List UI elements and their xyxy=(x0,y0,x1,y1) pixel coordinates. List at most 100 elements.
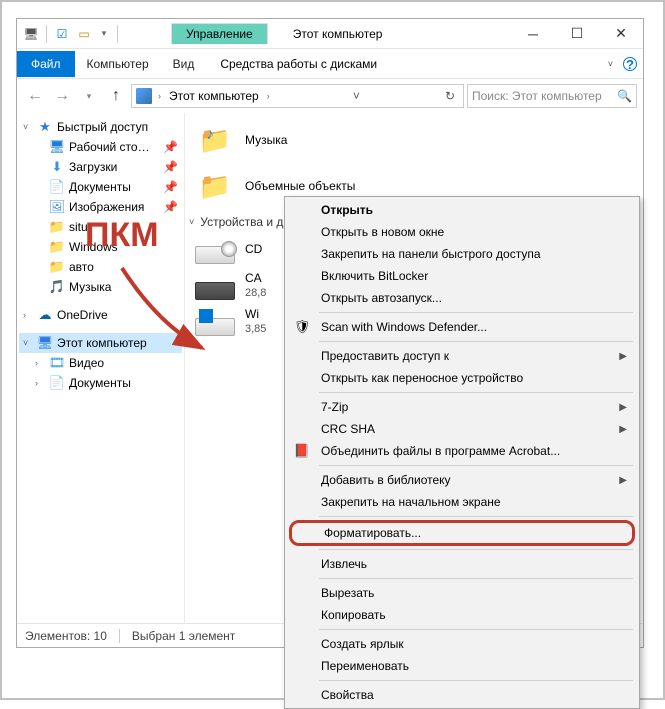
nav-item-pictures[interactable]: 🖼Изображения📌 xyxy=(19,197,182,217)
context-menu-item[interactable]: 📕Объединить файлы в программе Acrobat... xyxy=(287,440,637,462)
pin-icon: 📌 xyxy=(163,200,178,214)
picture-icon: 🖼 xyxy=(49,199,65,215)
ribbon-tab-drive-tools[interactable]: Средства работы с дисками xyxy=(206,51,391,77)
context-menu-item[interactable]: 🛡Scan with Windows Defender... xyxy=(287,316,637,338)
pin-icon: 📌 xyxy=(163,160,178,174)
nav-quick-access[interactable]: ˅ ★ Быстрый доступ xyxy=(19,117,182,137)
ribbon-tab-view[interactable]: Вид xyxy=(161,51,207,77)
context-menu-item[interactable]: Добавить в библиотеку▶ xyxy=(287,469,637,491)
search-input[interactable]: Поиск: Этот компьютер 🔍 xyxy=(467,84,637,108)
qat-sep2 xyxy=(117,25,118,43)
context-menu-separator xyxy=(319,312,633,313)
nav-quick-access-label: Быстрый доступ xyxy=(57,120,148,134)
pc-icon: 🖥 xyxy=(37,335,53,351)
nav-up-button[interactable]: ↑ xyxy=(104,84,128,108)
drive-size: 28,8 xyxy=(245,287,266,299)
chevron-right-icon: ▶ xyxy=(619,402,627,413)
qat-dropdown[interactable]: ▾ xyxy=(96,28,112,39)
context-menu-item-label: Извлечь xyxy=(321,557,367,571)
folder-icon: 📁 xyxy=(49,259,65,275)
chevron-down-icon[interactable]: ˅ xyxy=(23,338,33,348)
nav-recent-dropdown[interactable]: ▾ xyxy=(77,84,101,108)
context-menu-item[interactable]: Переименовать xyxy=(287,655,637,677)
title-bar: 🖥 ☑ ▭ ▾ Управление Этот компьютер ─ ☐ ✕ xyxy=(17,19,643,49)
context-menu-item[interactable]: Открыть в новом окне xyxy=(287,221,637,243)
chevron-right-icon[interactable]: › xyxy=(35,378,45,388)
context-menu-item[interactable]: Открыть автозапуск... xyxy=(287,287,637,309)
nav-forward-button[interactable]: → xyxy=(50,84,74,108)
qat-newfolder-icon[interactable]: ▭ xyxy=(74,24,94,44)
context-menu-separator xyxy=(319,578,633,579)
window-title: Этот компьютер xyxy=(293,27,383,41)
context-menu-item-label: Вырезать xyxy=(321,586,374,600)
chevron-down-icon[interactable]: ˅ xyxy=(23,122,33,132)
drive-name: Wi xyxy=(245,307,266,321)
pin-icon: 📌 xyxy=(163,140,178,154)
context-menu-item[interactable]: Копировать xyxy=(287,604,637,626)
context-menu-item[interactable]: Свойства xyxy=(287,684,637,706)
context-menu-item[interactable]: Форматировать... xyxy=(289,520,635,546)
context-menu-item-label: Scan with Windows Defender... xyxy=(321,320,487,334)
3d-folder-icon: 📁 xyxy=(195,166,235,206)
document-icon: 📄 xyxy=(49,375,65,391)
pin-icon: 📌 xyxy=(163,180,178,194)
chevron-right-icon[interactable]: › xyxy=(23,310,33,320)
chevron-right-icon[interactable]: › xyxy=(35,358,45,368)
chevron-down-icon: ˅ xyxy=(189,217,194,227)
maximize-button[interactable]: ☐ xyxy=(555,20,599,48)
drive-size: 3,85 xyxy=(245,323,266,335)
address-box[interactable]: › Этот компьютер › ˅ ↻ xyxy=(131,84,464,108)
annotation-arrow xyxy=(107,258,217,363)
music-icon: 🎵 xyxy=(49,279,65,295)
context-menu-item[interactable]: Включить BitLocker xyxy=(287,265,637,287)
context-menu-item-label: 7-Zip xyxy=(321,400,348,414)
context-menu-item-label: CRC SHA xyxy=(321,422,375,436)
address-dropdown-icon[interactable]: ˅ xyxy=(349,89,364,103)
context-menu-item[interactable]: Открыть xyxy=(287,199,637,221)
ribbon-help-icon[interactable]: ? xyxy=(623,57,637,71)
ribbon-tab-computer[interactable]: Компьютер xyxy=(75,51,161,77)
context-menu-item[interactable]: Вырезать xyxy=(287,582,637,604)
nav-item-desktop[interactable]: 🖥Рабочий сто…📌 xyxy=(19,137,182,157)
annotation-label: ПКМ xyxy=(85,218,159,254)
address-segment[interactable]: Этот компьютер xyxy=(167,89,261,103)
pc-icon[interactable]: 🖥 xyxy=(21,24,41,44)
close-button[interactable]: ✕ xyxy=(599,20,643,48)
star-icon: ★ xyxy=(37,119,53,135)
nav-item-label: Видео xyxy=(69,356,104,370)
context-menu-item[interactable]: Извлечь xyxy=(287,553,637,575)
address-caret[interactable]: › xyxy=(265,91,272,101)
context-menu-item-label: Открыть xyxy=(321,203,373,217)
context-menu-item[interactable]: 7-Zip ▶ xyxy=(287,396,637,418)
address-root-caret[interactable]: › xyxy=(156,91,163,101)
nav-item-downloads[interactable]: ⬇Загрузки📌 xyxy=(19,157,182,177)
context-menu-item-label: Открыть автозапуск... xyxy=(321,291,442,305)
ribbon-file-tab[interactable]: Файл xyxy=(17,51,75,77)
item-label: Объемные объекты xyxy=(245,179,355,193)
content-folder-music[interactable]: 📁♪ Музыка xyxy=(185,117,643,163)
nav-back-button[interactable]: ← xyxy=(23,84,47,108)
nav-item-documents[interactable]: 📄Документы📌 xyxy=(19,177,182,197)
context-menu-item[interactable]: CRC SHA▶ xyxy=(287,418,637,440)
download-icon: ⬇ xyxy=(49,159,65,175)
context-menu-item-label: Создать ярлык xyxy=(321,637,404,651)
nav-item-label: Музыка xyxy=(69,280,111,294)
ribbon-expand-icon[interactable]: ˅ xyxy=(608,59,613,69)
context-menu-item[interactable]: Создать ярлык xyxy=(287,633,637,655)
minimize-button[interactable]: ─ xyxy=(511,20,555,48)
context-menu-item-label: Добавить в библиотеку xyxy=(321,473,451,487)
refresh-icon[interactable]: ↻ xyxy=(441,89,459,103)
context-menu-separator xyxy=(319,516,633,517)
context-menu-item[interactable]: Открыть как переносное устройство xyxy=(287,367,637,389)
qat-properties-icon[interactable]: ☑ xyxy=(52,24,72,44)
nav-item-documents[interactable]: ›📄Документы xyxy=(19,373,182,393)
context-menu-item[interactable]: Закрепить на панели быстрого доступа xyxy=(287,243,637,265)
context-menu-item-label: Копировать xyxy=(321,608,386,622)
pdf-icon: 📕 xyxy=(293,442,311,460)
context-menu-item-label: Предоставить доступ к xyxy=(321,349,449,363)
context-menu-item[interactable]: Предоставить доступ к▶ xyxy=(287,345,637,367)
quick-access-toolbar: 🖥 ☑ ▭ ▾ xyxy=(17,24,121,44)
context-menu-item[interactable]: Закрепить на начальном экране xyxy=(287,491,637,513)
context-menu-separator xyxy=(319,465,633,466)
ribbon-context-header: Управление xyxy=(171,23,268,44)
